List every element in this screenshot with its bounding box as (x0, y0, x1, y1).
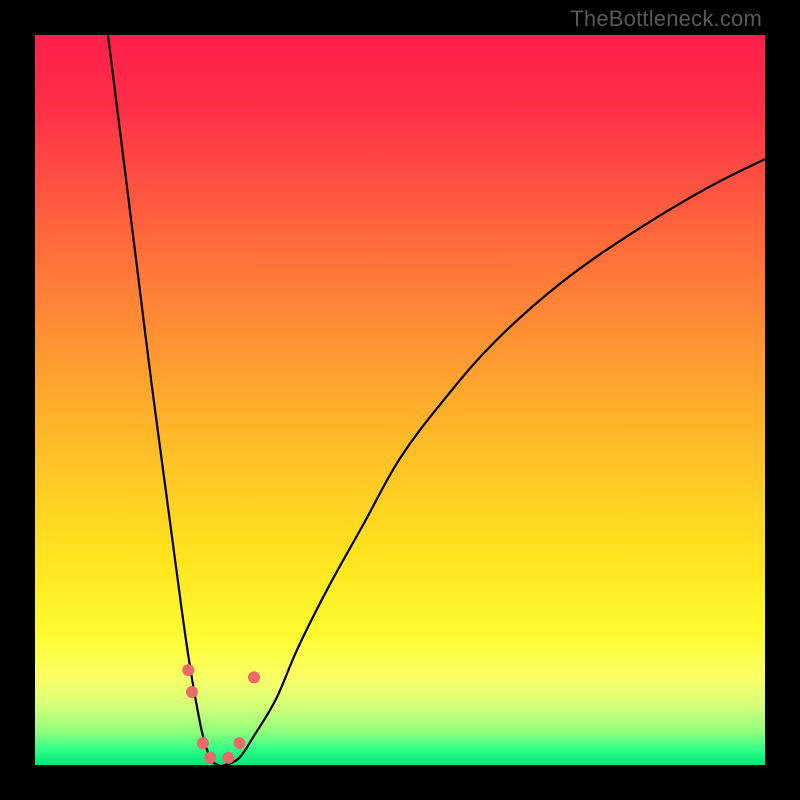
curve-marker (182, 664, 194, 676)
curve-marker (197, 737, 209, 749)
plot-area (35, 35, 765, 765)
watermark-text: TheBottleneck.com (570, 6, 762, 32)
bottleneck-curve (108, 35, 765, 765)
curve-layer (35, 35, 765, 765)
curve-marker (204, 752, 216, 764)
curve-marker (248, 671, 260, 683)
curve-marker (233, 737, 245, 749)
curve-markers (182, 664, 260, 764)
curve-marker (222, 752, 234, 764)
chart-frame: TheBottleneck.com (0, 0, 800, 800)
curve-marker (186, 686, 198, 698)
